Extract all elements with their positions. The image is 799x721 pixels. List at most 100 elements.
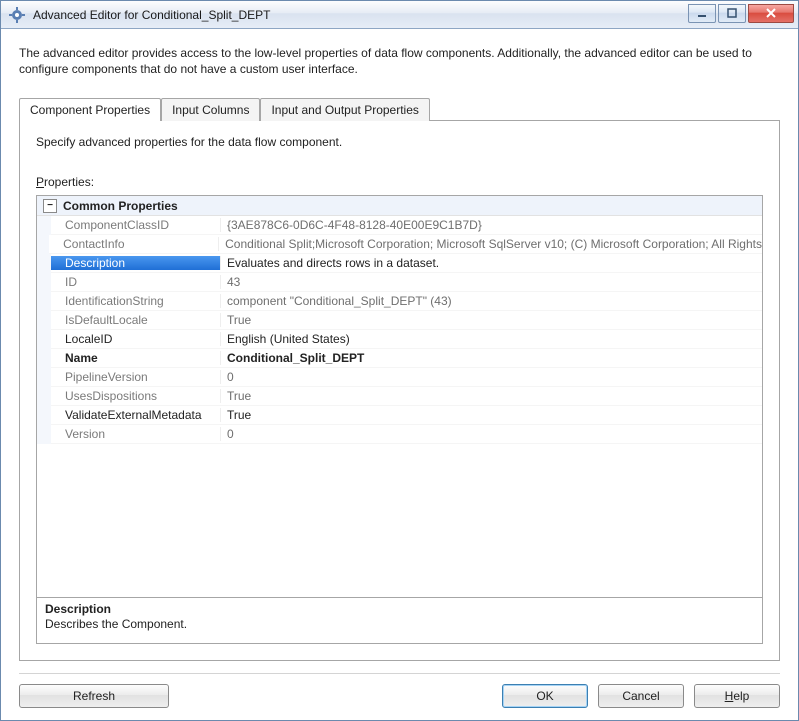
grid-cells: NameConditional_Split_DEPT: [51, 349, 762, 368]
grid-value: Evaluates and directs rows in a dataset.: [221, 256, 762, 270]
grid-value: Conditional_Split_DEPT: [221, 351, 762, 365]
properties-label: Properties:: [36, 175, 763, 189]
ok-button[interactable]: OK: [502, 684, 588, 708]
grid-rows: ComponentClassID{3AE878C6-0D6C-4F48-8128…: [37, 216, 762, 444]
grid-cells: ID43: [51, 273, 762, 292]
minimize-button[interactable]: [688, 4, 716, 23]
grid-key: IdentificationString: [51, 294, 221, 308]
grid-key: PipelineVersion: [51, 370, 221, 384]
maximize-button[interactable]: [718, 4, 746, 23]
property-grid-wrap: − Common Properties ComponentClassID{3AE…: [36, 195, 763, 644]
grid-value: 43: [221, 275, 762, 289]
tab-input-output-properties[interactable]: Input and Output Properties: [260, 98, 429, 121]
app-icon: [9, 7, 25, 23]
grid-value: 0: [221, 427, 762, 441]
grid-cells: DescriptionEvaluates and directs rows in…: [51, 254, 762, 273]
footer-separator: [19, 673, 780, 674]
grid-gutter: [37, 311, 51, 330]
grid-gutter: [37, 387, 51, 406]
property-grid[interactable]: − Common Properties ComponentClassID{3AE…: [36, 195, 763, 598]
grid-category-label: Common Properties: [63, 199, 178, 213]
grid-key: ID: [51, 275, 221, 289]
grid-cells: ValidateExternalMetadataTrue: [51, 406, 762, 425]
help-button-rest: elp: [733, 689, 749, 703]
grid-row-pipelineversion[interactable]: PipelineVersion0: [37, 368, 762, 387]
maximize-icon: [727, 8, 737, 18]
gear-icon: [9, 7, 25, 23]
grid-gutter: [37, 235, 49, 254]
grid-row-localeid[interactable]: LocaleIDEnglish (United States): [37, 330, 762, 349]
grid-gutter: [37, 292, 51, 311]
cancel-button[interactable]: Cancel: [598, 684, 684, 708]
tab-strip: Component Properties Input Columns Input…: [19, 97, 780, 120]
grid-key: ComponentClassID: [51, 218, 221, 232]
grid-cells: ComponentClassID{3AE878C6-0D6C-4F48-8128…: [51, 216, 762, 235]
grid-value: English (United States): [221, 332, 762, 346]
grid-cells: IsDefaultLocaleTrue: [51, 311, 762, 330]
grid-key: Name: [51, 351, 221, 365]
window-title: Advanced Editor for Conditional_Split_DE…: [31, 8, 688, 22]
grid-category-row[interactable]: − Common Properties: [37, 196, 762, 216]
grid-row-description[interactable]: DescriptionEvaluates and directs rows in…: [37, 254, 762, 273]
properties-label-accel: P: [36, 175, 44, 189]
grid-value: True: [221, 389, 762, 403]
dialog-footer: Refresh OK Cancel Help: [19, 684, 780, 708]
help-button-accel: H: [725, 689, 734, 703]
grid-cells: IdentificationStringcomponent "Condition…: [51, 292, 762, 311]
help-text: Describes the Component.: [45, 617, 754, 631]
grid-cells: UsesDispositionsTrue: [51, 387, 762, 406]
grid-key: UsesDispositions: [51, 389, 221, 403]
grid-row-isdefaultlocale[interactable]: IsDefaultLocaleTrue: [37, 311, 762, 330]
grid-gutter: [37, 273, 51, 292]
intro-text: The advanced editor provides access to t…: [19, 45, 780, 77]
grid-key: LocaleID: [51, 332, 221, 346]
grid-value: {3AE878C6-0D6C-4F48-8128-40E00E9C1B7D}: [221, 218, 762, 232]
grid-gutter: [37, 254, 51, 273]
grid-cells: PipelineVersion0: [51, 368, 762, 387]
grid-key: Version: [51, 427, 221, 441]
title-bar: Advanced Editor for Conditional_Split_DE…: [1, 1, 798, 29]
grid-key: Description: [51, 256, 221, 270]
grid-gutter: [37, 368, 51, 387]
help-button[interactable]: Help: [694, 684, 780, 708]
grid-row-version[interactable]: Version0: [37, 425, 762, 444]
grid-cells: Version0: [51, 425, 762, 444]
grid-row-id[interactable]: ID43: [37, 273, 762, 292]
grid-value: True: [221, 408, 762, 422]
grid-cells: LocaleIDEnglish (United States): [51, 330, 762, 349]
tab-component-properties[interactable]: Component Properties: [19, 98, 161, 121]
grid-value: component "Conditional_Split_DEPT" (43): [221, 294, 762, 308]
close-icon: [765, 8, 777, 18]
grid-gutter: [37, 216, 51, 235]
collapse-toggle-icon[interactable]: −: [43, 199, 57, 213]
grid-value: True: [221, 313, 762, 327]
help-title: Description: [45, 602, 754, 616]
grid-row-usesdispositions[interactable]: UsesDispositionsTrue: [37, 387, 762, 406]
grid-key: ContactInfo: [49, 237, 219, 251]
close-button[interactable]: [748, 4, 794, 23]
tab-description: Specify advanced properties for the data…: [36, 135, 763, 149]
grid-value: Conditional Split;Microsoft Corporation;…: [219, 237, 762, 251]
refresh-button[interactable]: Refresh: [19, 684, 169, 708]
dialog-window: Advanced Editor for Conditional_Split_DE…: [0, 0, 799, 721]
dialog-content: The advanced editor provides access to t…: [1, 29, 798, 720]
properties-label-rest: roperties:: [44, 175, 94, 189]
grid-row-contactinfo[interactable]: ContactInfoConditional Split;Microsoft C…: [37, 235, 762, 254]
grid-value: 0: [221, 370, 762, 384]
grid-row-name[interactable]: NameConditional_Split_DEPT: [37, 349, 762, 368]
grid-gutter: [37, 425, 51, 444]
grid-help-pane: Description Describes the Component.: [36, 598, 763, 644]
tab-panel: Specify advanced properties for the data…: [19, 120, 780, 661]
grid-row-componentclassid[interactable]: ComponentClassID{3AE878C6-0D6C-4F48-8128…: [37, 216, 762, 235]
grid-gutter: [37, 349, 51, 368]
grid-cells: ContactInfoConditional Split;Microsoft C…: [49, 235, 762, 254]
grid-row-identificationstring[interactable]: IdentificationStringcomponent "Condition…: [37, 292, 762, 311]
tab-input-columns[interactable]: Input Columns: [161, 98, 260, 121]
minimize-icon: [697, 8, 707, 18]
grid-key: ValidateExternalMetadata: [51, 408, 221, 422]
grid-key: IsDefaultLocale: [51, 313, 221, 327]
grid-row-validateexternalmetadata[interactable]: ValidateExternalMetadataTrue: [37, 406, 762, 425]
grid-gutter: [37, 330, 51, 349]
grid-gutter: [37, 406, 51, 425]
window-controls: [688, 5, 794, 25]
